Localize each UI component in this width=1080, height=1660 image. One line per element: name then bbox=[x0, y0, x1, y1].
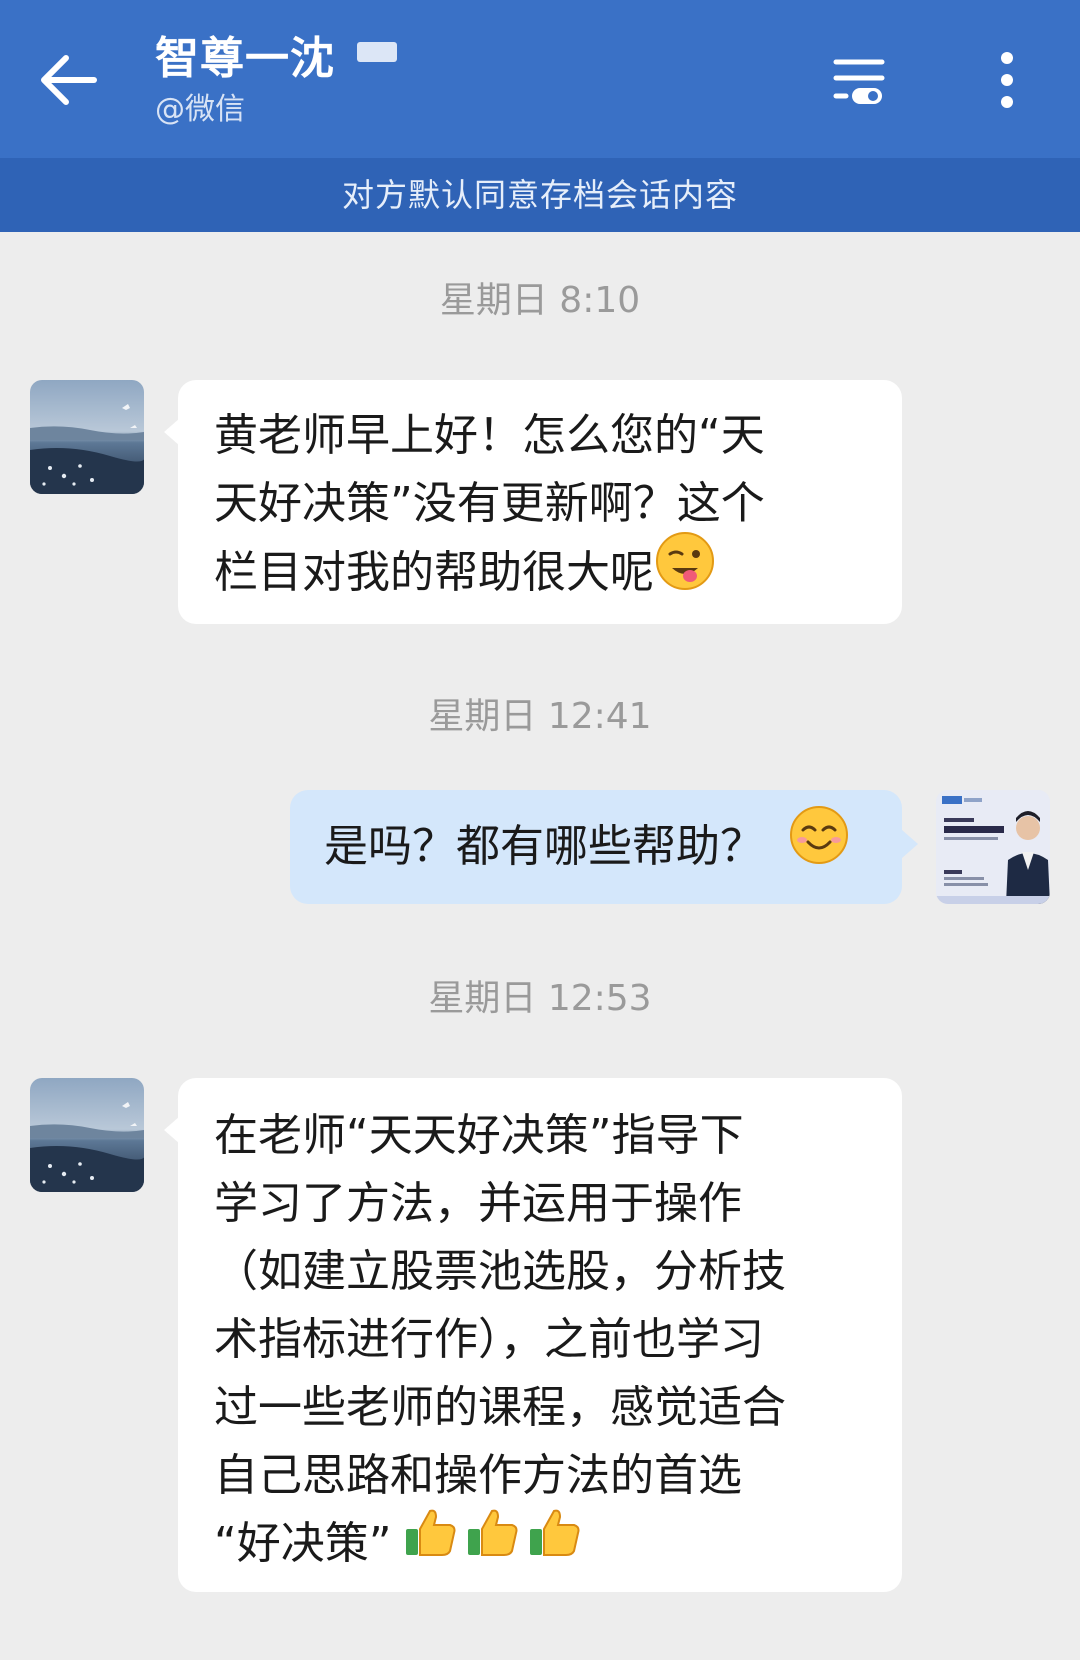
message-bubble-incoming[interactable]: 在老师“天天好决策”指导下 学习了方法，并运用于操作 （如建立股票池选股，分析技… bbox=[164, 1078, 902, 1592]
message-bubble-incoming[interactable]: 黄老师早上好！怎么您的“天 天好决策”没有更新啊？这个 栏目对我的帮助很大呢 bbox=[164, 380, 902, 624]
archive-notice-bar: 对方默认同意存档会话内容 bbox=[0, 158, 1080, 232]
contact-name: 智尊一沈 bbox=[155, 33, 335, 84]
thumbs-up-icon bbox=[402, 1503, 460, 1581]
filter-toggle-icon bbox=[833, 59, 885, 104]
message-line: 自己思路和操作方法的首选 bbox=[214, 1450, 742, 1501]
contact-avatar[interactable] bbox=[30, 1078, 144, 1192]
seascape-avatar-image bbox=[30, 380, 144, 494]
message-line: 黄老师早上好！怎么您的“天 bbox=[214, 410, 765, 461]
message-line: 学习了方法，并运用于操作 bbox=[214, 1178, 742, 1229]
more-vertical-icon bbox=[1001, 52, 1013, 108]
bubble-tail bbox=[164, 418, 180, 446]
message-line: “好决策” bbox=[214, 1509, 866, 1581]
user-avatar[interactable] bbox=[936, 790, 1050, 904]
message-timestamp: 星期日 8:10 bbox=[439, 280, 641, 321]
bubble-tail bbox=[164, 1116, 180, 1144]
message-line-text: 栏目对我的帮助很大呢 bbox=[214, 547, 654, 598]
more-options-button[interactable] bbox=[982, 48, 1032, 112]
seascape-avatar-image bbox=[30, 1078, 144, 1192]
message-timestamp: 星期日 12:41 bbox=[428, 696, 652, 737]
filter-button[interactable] bbox=[830, 52, 888, 110]
message-timestamp: 星期日 12:53 bbox=[428, 978, 652, 1019]
promo-card-avatar-image bbox=[936, 790, 1050, 904]
message-line: 栏目对我的帮助很大呢 bbox=[214, 532, 866, 612]
chat-header: 智尊一沈 @微信 bbox=[0, 0, 1080, 158]
contact-info[interactable]: 智尊一沈 @微信 bbox=[155, 30, 397, 130]
thumbs-up-icon bbox=[526, 1503, 584, 1581]
redacted-block bbox=[357, 42, 397, 62]
message-line: 天好决策”没有更新啊？这个 bbox=[214, 478, 765, 529]
arrow-left-icon bbox=[41, 55, 97, 105]
message-line: （如建立股票池选股，分析技 bbox=[214, 1246, 786, 1297]
bubble-tail bbox=[902, 830, 918, 858]
message-line-text: 是吗？都有哪些帮助？ bbox=[324, 821, 764, 872]
message-line-text: “好决策” bbox=[214, 1518, 392, 1569]
message-line: 在老师“天天好决策”指导下 bbox=[214, 1110, 744, 1161]
contact-avatar[interactable] bbox=[30, 380, 144, 494]
winking-tongue-emoji bbox=[654, 530, 716, 612]
smiling-face-emoji bbox=[788, 804, 850, 886]
thumbs-up-icon bbox=[464, 1503, 522, 1581]
contact-title: 智尊一沈 bbox=[155, 30, 397, 88]
message-line: 是吗？都有哪些帮助？ bbox=[324, 806, 868, 886]
back-button[interactable] bbox=[30, 38, 110, 118]
message-line: 术指标进行作），之前也学习 bbox=[214, 1314, 764, 1365]
contact-source: @微信 bbox=[155, 92, 245, 127]
message-bubble-outgoing[interactable]: 是吗？都有哪些帮助？ bbox=[290, 790, 918, 904]
message-line: 过一些老师的课程，感觉适合 bbox=[214, 1382, 786, 1433]
